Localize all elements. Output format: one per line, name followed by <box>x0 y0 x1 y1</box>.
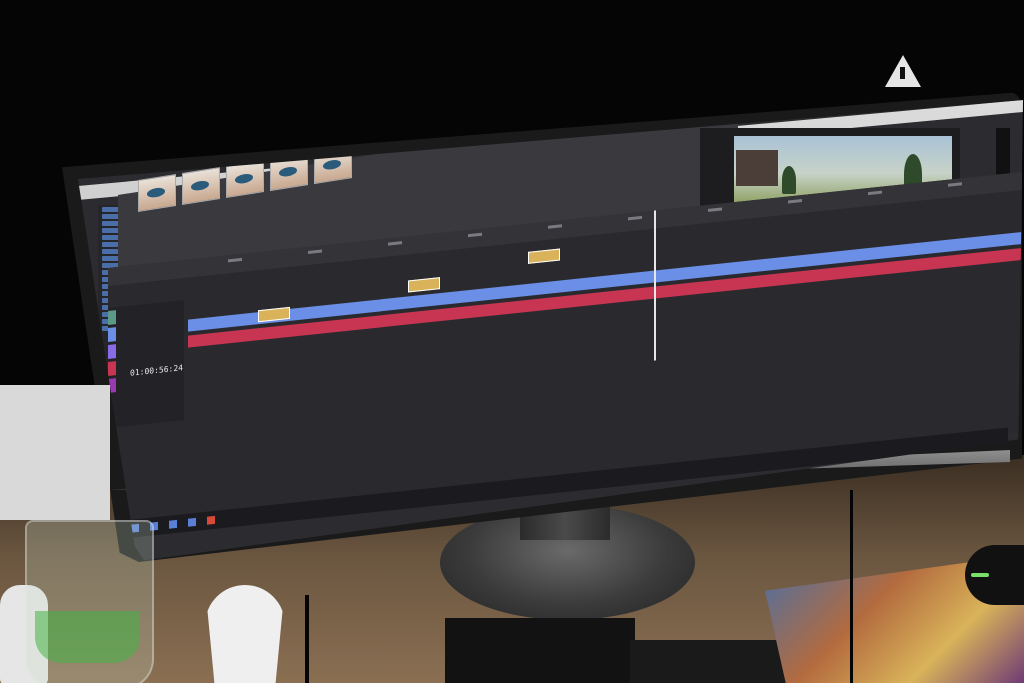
track-color-swatch <box>108 310 116 325</box>
media-thumbnail[interactable] <box>138 173 176 212</box>
warning-exclamation <box>900 67 905 79</box>
ruler-tick <box>628 215 642 221</box>
cable <box>850 490 853 683</box>
timeline-clip[interactable] <box>528 248 560 264</box>
ruler-tick <box>788 199 802 204</box>
green-drink <box>35 611 140 663</box>
mouse-led-icon <box>971 573 989 577</box>
ruler-tick <box>948 182 962 187</box>
timeline-playhead[interactable] <box>654 210 656 361</box>
plastic-cup <box>25 520 154 683</box>
white-box <box>0 385 110 520</box>
gaming-mouse <box>965 545 1024 605</box>
ruler-tick <box>708 207 722 212</box>
ruler-tick <box>308 249 322 254</box>
ruler-tick <box>228 257 242 263</box>
black-device <box>445 618 635 683</box>
taskbar-app-icon[interactable] <box>207 515 216 525</box>
ruler-tick <box>468 232 482 238</box>
facecam-overlay <box>736 150 778 186</box>
timeline-clip[interactable] <box>408 277 440 293</box>
ruler-tick <box>388 241 402 246</box>
media-thumbnail[interactable] <box>182 167 220 206</box>
photo-scene: 01:00:56:24 <box>0 0 1024 683</box>
paper-cup <box>205 585 285 683</box>
taskbar-app-icon[interactable] <box>169 519 178 529</box>
ruler-tick <box>548 224 562 229</box>
track-color-swatch <box>108 361 116 376</box>
game-tree <box>782 166 796 194</box>
track-color-swatch <box>108 327 116 342</box>
taskbar-app-icon[interactable] <box>188 517 197 527</box>
cable <box>305 595 309 683</box>
ruler-tick <box>868 190 882 196</box>
track-color-swatch <box>108 344 116 359</box>
